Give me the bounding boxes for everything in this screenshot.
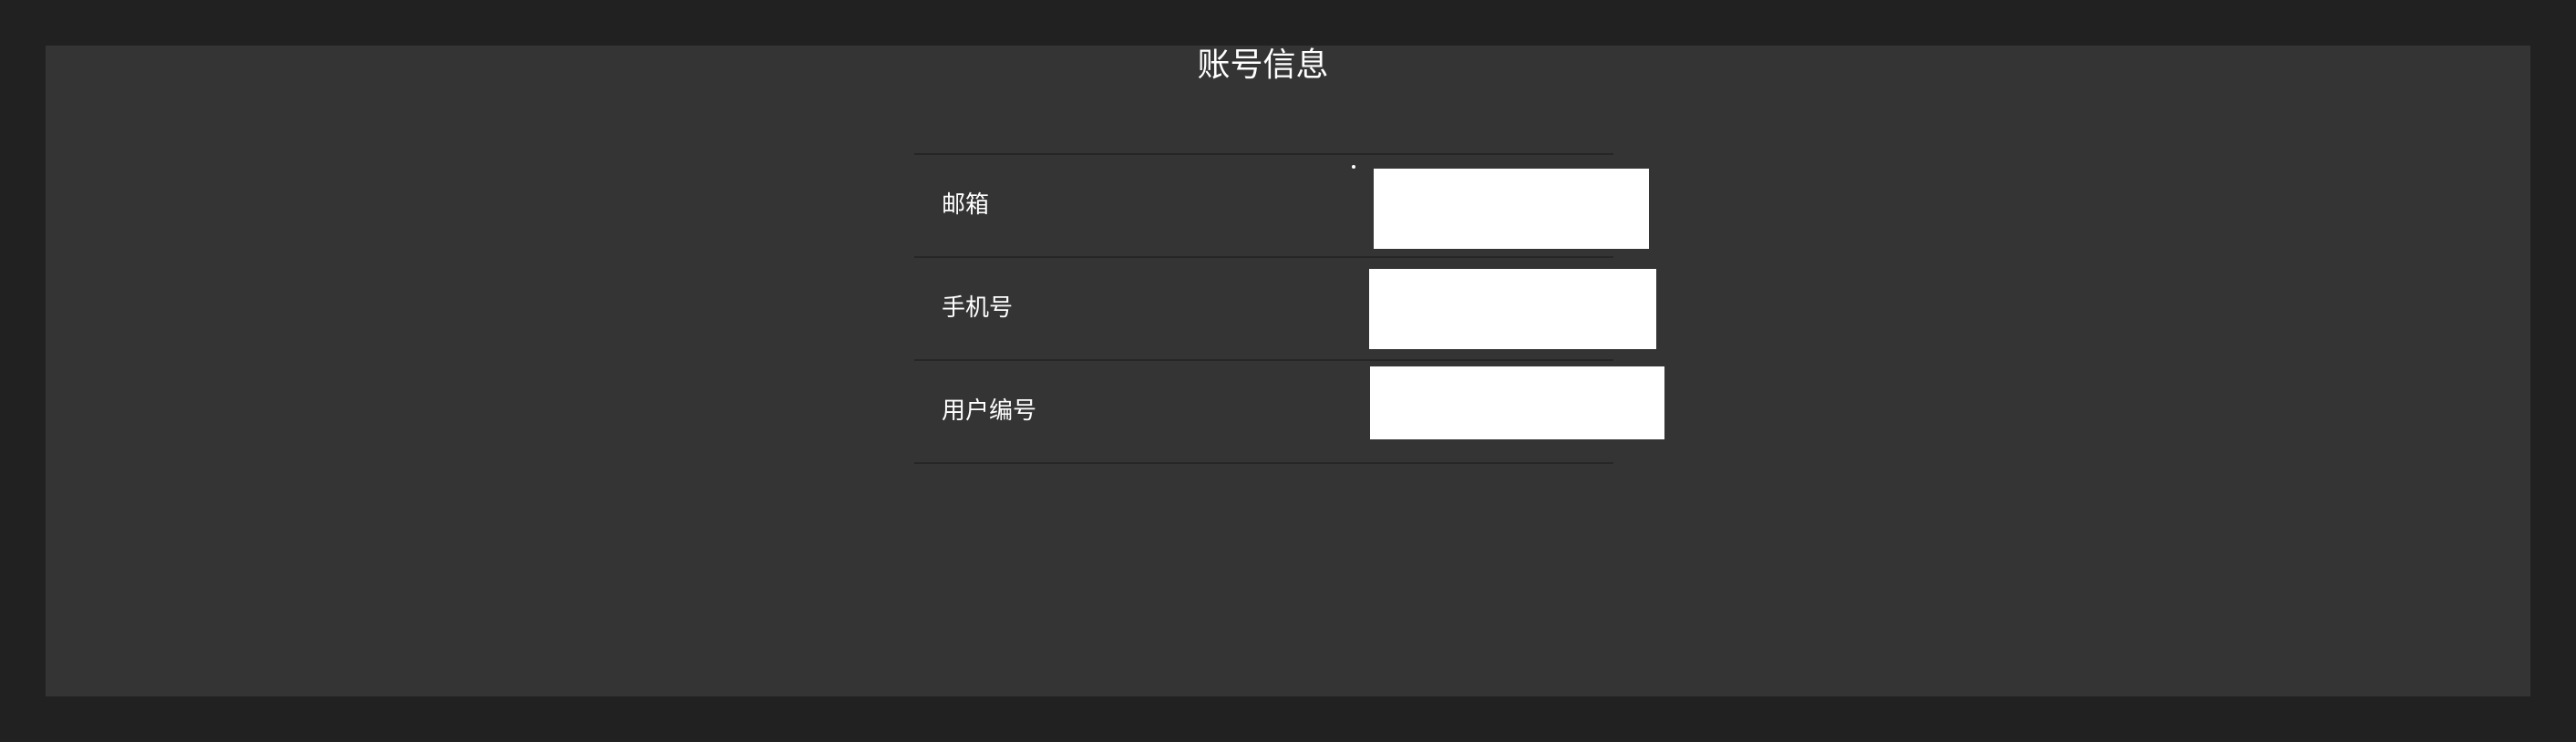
phone-value	[1369, 269, 1656, 349]
user-id-value	[1370, 366, 1664, 439]
phone-label: 手机号	[942, 294, 1014, 322]
user-id-label: 用户编号	[942, 397, 1037, 425]
email-label: 邮箱	[942, 191, 990, 219]
email-value	[1374, 169, 1649, 249]
email-row: 邮箱	[914, 153, 1649, 256]
phone-row: 手机号	[914, 256, 1656, 359]
marker-dot	[1352, 165, 1355, 169]
page-title: 账号信息	[1197, 46, 1329, 84]
account-info-table: 邮箱 手机号 用户编号	[914, 153, 1664, 464]
user-id-row: 用户编号	[914, 359, 1664, 464]
